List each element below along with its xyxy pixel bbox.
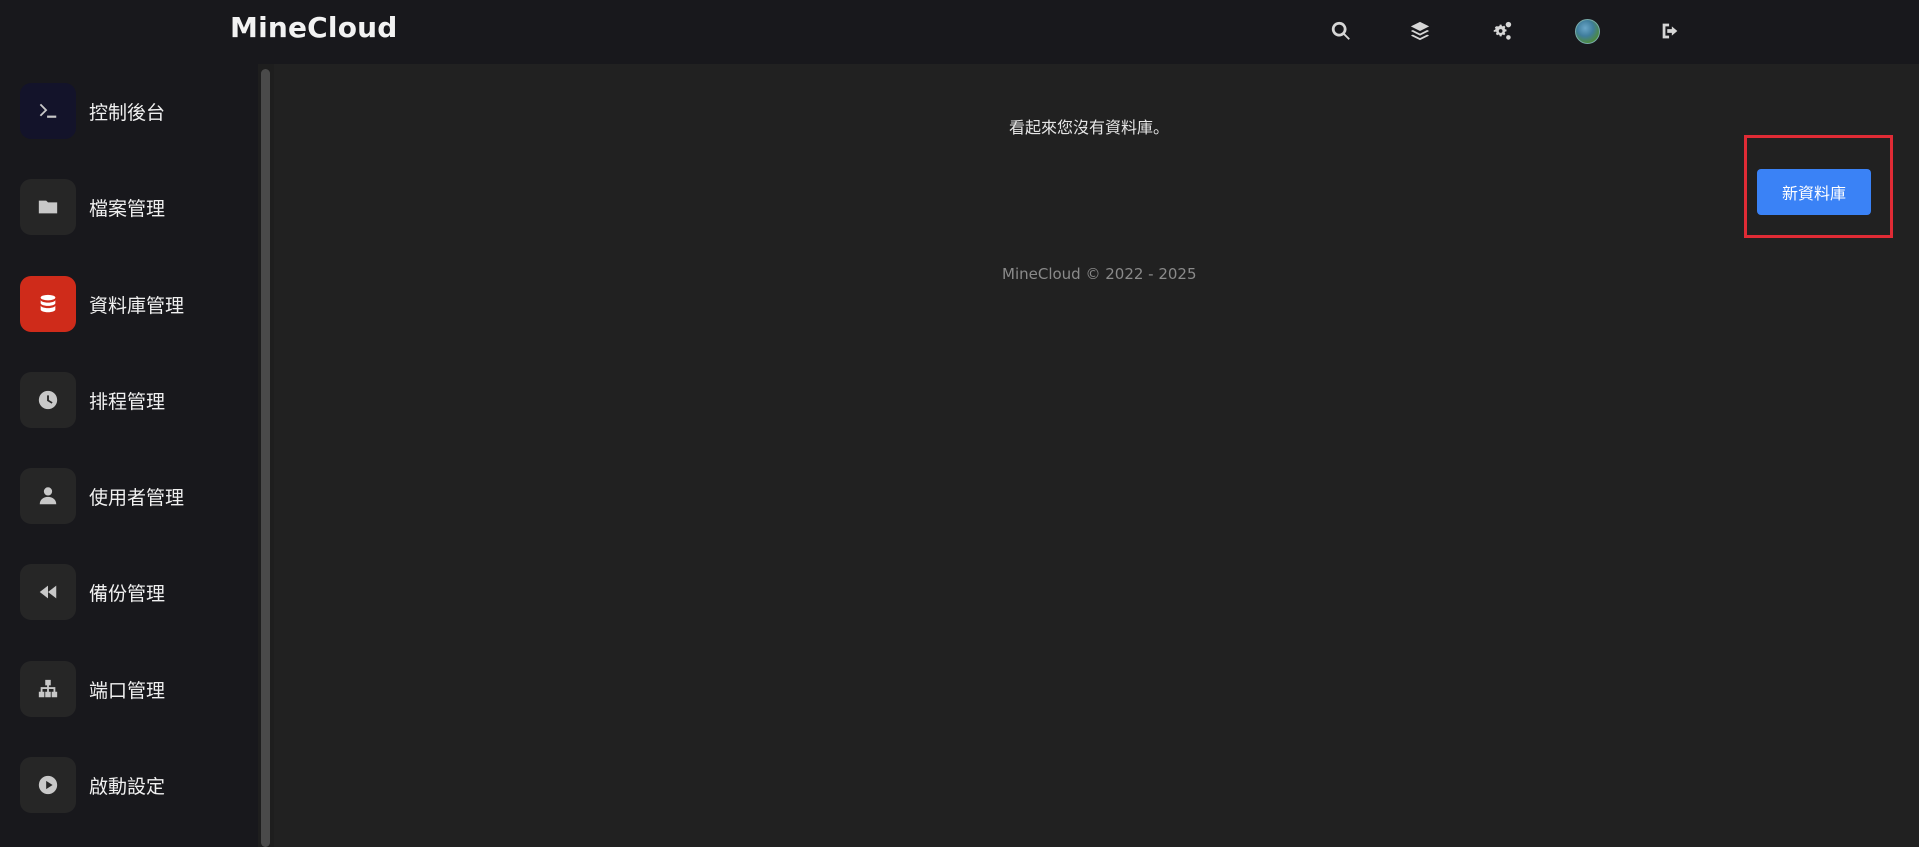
terminal-icon [20,83,76,139]
sidebar-item-console[interactable]: 控制後台 [0,76,258,146]
backward-icon [20,564,76,620]
sidebar-scrollbar-thumb[interactable] [261,69,270,847]
footer-copyright: MineCloud © 2022 - 2025 [1002,265,1197,283]
sidebar-item-label: 端口管理 [89,679,166,702]
sidebar-item-ports[interactable]: 端口管理 [0,654,258,724]
sidebar-item-label: 使用者管理 [89,486,185,509]
play-icon [20,757,76,813]
sidebar-item-database[interactable]: 資料庫管理 [0,269,258,339]
sidebar-item-label: 資料庫管理 [89,294,185,317]
sidebar-item-label: 啟動設定 [89,775,166,798]
clock-icon [20,372,76,428]
sidebar: 控制後台 檔案管理 資料庫管理 排程管理 使用者管理 備份管理 端口管理 啟動設… [0,64,258,847]
brand-logo[interactable]: MineCloud [230,11,398,44]
layers-icon[interactable] [1403,14,1437,48]
top-bar: MineCloud [0,0,1919,64]
sidebar-item-label: 排程管理 [89,390,166,413]
user-icon [20,468,76,524]
avatar-image [1574,18,1600,44]
main-content [274,64,1919,847]
sidebar-item-label: 檔案管理 [89,197,166,220]
gears-icon[interactable] [1485,14,1519,48]
sidebar-item-label: 控制後台 [89,101,166,124]
new-database-button[interactable]: 新資料庫 [1757,169,1871,215]
sidebar-item-backups[interactable]: 備份管理 [0,557,258,627]
sidebar-item-startup[interactable]: 啟動設定 [0,750,258,820]
logout-icon[interactable] [1653,14,1687,48]
sidebar-item-label: 備份管理 [89,582,166,605]
database-icon [20,276,76,332]
avatar[interactable] [1570,14,1604,48]
sidebar-item-users[interactable]: 使用者管理 [0,461,258,531]
network-icon [20,661,76,717]
search-icon[interactable] [1324,14,1358,48]
sidebar-item-schedules[interactable]: 排程管理 [0,365,258,435]
empty-state-message: 看起來您沒有資料庫。 [1009,118,1170,137]
folder-icon [20,179,76,235]
sidebar-item-files[interactable]: 檔案管理 [0,172,258,242]
